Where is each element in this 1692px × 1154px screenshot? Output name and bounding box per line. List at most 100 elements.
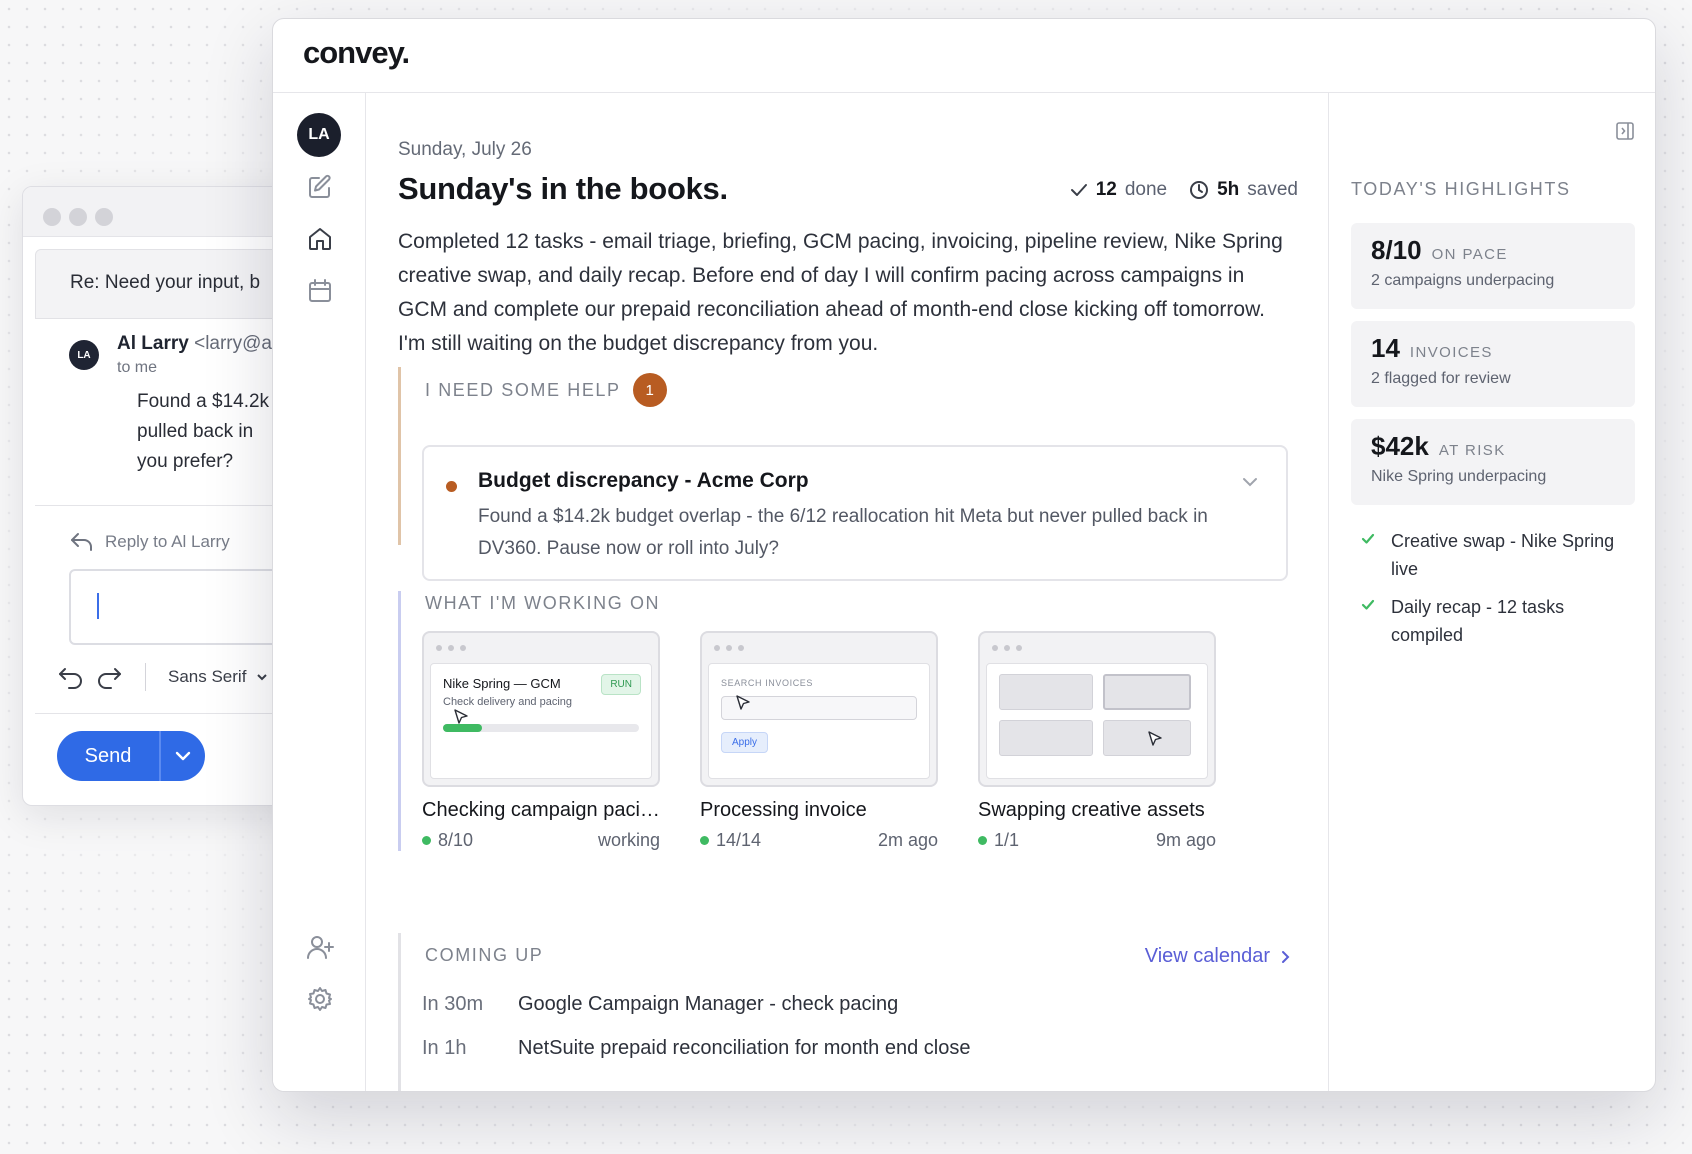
panel-toggle-icon[interactable]: [1615, 121, 1635, 141]
help-item-body: Found a $14.2k budget overlap - the 6/12…: [478, 506, 1208, 559]
done-stat: 12 done: [1070, 179, 1167, 201]
coming-up-heading: COMING UP: [425, 945, 544, 965]
task-meta: 1/1 9m ago: [978, 830, 1216, 851]
asset-tile: [999, 720, 1093, 756]
completed-item: Creative swap - Nike Spring live: [1361, 527, 1631, 583]
reply-label: Reply to Al Larry: [105, 532, 230, 551]
event-row[interactable]: In 30m Google Campaign Manager - check p…: [422, 993, 898, 1016]
user-avatar[interactable]: LA: [297, 113, 341, 157]
format-toolbar: Sans Serif: [57, 663, 268, 691]
recipient-label: to me: [117, 359, 158, 376]
check-icon: [1070, 184, 1087, 196]
status-dot: [700, 836, 709, 845]
highlight-sub: Nike Spring underpacing: [1371, 468, 1547, 485]
task-card[interactable]: SEARCH INVOICES Apply Processing invoice…: [700, 631, 938, 851]
status-dot: [978, 836, 987, 845]
highlights-panel: TODAY'S HIGHLIGHTS 8/10 ON PACE 2 campaig…: [1328, 93, 1655, 1091]
task-thumbnail: Nike Spring — GCM Check delivery and pac…: [422, 631, 660, 787]
highlight-card: 14 INVOICES 2 flagged for review: [1351, 321, 1635, 407]
done-label: done: [1124, 179, 1168, 200]
chevron-down-icon[interactable]: [1242, 477, 1258, 487]
help-count-badge: 1: [632, 373, 667, 407]
thumb-subtitle: Check delivery and pacing: [443, 696, 573, 708]
sender-line: Al Larry <larry@a: [117, 333, 272, 355]
view-calendar-link[interactable]: View calendar: [1145, 945, 1290, 968]
redo-icon[interactable]: [95, 665, 123, 689]
asset-tile: [1103, 674, 1191, 710]
event-row[interactable]: In 1h NetSuite prepaid reconciliation fo…: [422, 1037, 970, 1060]
task-progress: 14/14: [716, 830, 762, 850]
saved-label: saved: [1247, 179, 1298, 200]
check-icon: [1361, 599, 1375, 610]
add-user-icon[interactable]: [306, 933, 334, 961]
highlight-card: 8/10 ON PACE 2 campaigns underpacing: [1351, 223, 1635, 309]
send-label[interactable]: Send: [57, 731, 161, 781]
completed-item-text: Daily recap - 12 tasks compiled: [1391, 597, 1565, 645]
help-heading: I NEED SOME HELP 1: [425, 373, 667, 407]
thumb-dots: [714, 645, 744, 651]
day-stats: 12 done 5h saved: [1070, 179, 1298, 201]
app-logo[interactable]: convey.: [303, 35, 410, 71]
asset-tile: [999, 674, 1093, 710]
task-card[interactable]: Nike Spring — GCM Check delivery and pac…: [422, 631, 660, 851]
task-name: Checking campaign pacing: [422, 799, 660, 821]
reply-header[interactable]: Reply to Al Larry: [69, 531, 230, 553]
thumb-screen: [986, 663, 1208, 779]
chevron-down-icon: [175, 751, 191, 761]
highlight-unit: ON PACE: [1431, 246, 1508, 263]
thumb-dots: [992, 645, 1022, 651]
done-count: 12: [1095, 179, 1117, 200]
sender-avatar: LA: [69, 340, 99, 370]
main-content: Sunday, July 26 Sunday's in the books. 1…: [366, 93, 1328, 1091]
completed-item: Daily recap - 12 tasks compiled: [1361, 593, 1631, 649]
highlights-heading: TODAY'S HIGHLIGHTS: [1351, 179, 1571, 199]
text-caret: [97, 593, 99, 619]
app-header: convey.: [273, 19, 1655, 93]
window-dot[interactable]: [95, 208, 113, 226]
send-options-button[interactable]: [161, 750, 205, 762]
help-item-card[interactable]: Budget discrepancy - Acme Corp Found a $…: [422, 445, 1288, 581]
nav-rail: LA: [273, 93, 366, 1091]
window-dot[interactable]: [43, 208, 61, 226]
saved-amount: 5h: [1217, 179, 1240, 200]
view-calendar-label: View calendar: [1144, 945, 1270, 967]
run-badge: RUN: [601, 674, 641, 695]
font-select[interactable]: Sans Serif: [168, 667, 246, 687]
check-icon: [1361, 533, 1375, 544]
calendar-icon[interactable]: [306, 277, 334, 305]
send-button[interactable]: Send: [57, 731, 205, 781]
compose-icon[interactable]: [306, 173, 334, 201]
event-time: In 1h: [422, 1037, 467, 1059]
cursor-icon: [1148, 731, 1162, 746]
thumb-screen: Nike Spring — GCM Check delivery and pac…: [430, 663, 652, 779]
event-title: Google Campaign Manager - check pacing: [518, 993, 899, 1015]
gear-icon[interactable]: [306, 985, 334, 1013]
saved-stat: 5h saved: [1189, 179, 1298, 201]
task-status: 9m ago: [1155, 830, 1216, 850]
thumb-search-label: SEARCH INVOICES: [721, 678, 814, 688]
help-item-title: Budget discrepancy - Acme Corp: [478, 469, 809, 492]
highlight-sub: 2 flagged for review: [1371, 370, 1511, 387]
cursor-icon: [454, 709, 468, 724]
task-status: 2m ago: [877, 830, 938, 850]
task-thumbnail: SEARCH INVOICES Apply: [700, 631, 938, 787]
alert-dot: [446, 481, 457, 492]
task-name: Swapping creative assets: [978, 799, 1205, 821]
window-dot[interactable]: [69, 208, 87, 226]
undo-icon[interactable]: [57, 665, 85, 689]
app-window: convey. LA Sunday, July 26 Sunday's in t…: [272, 18, 1656, 1092]
progress-track: [443, 724, 639, 732]
task-name: Processing invoice: [700, 799, 867, 821]
task-thumbnail: [978, 631, 1216, 787]
cursor-icon: [736, 695, 750, 710]
task-list: Nike Spring — GCM Check delivery and pac…: [422, 631, 1216, 851]
page-date: Sunday, July 26: [398, 139, 532, 160]
event-title: NetSuite prepaid reconciliation for mont…: [518, 1037, 971, 1059]
highlight-value: $42k: [1371, 431, 1429, 461]
chevron-down-icon[interactable]: [256, 672, 268, 682]
task-card[interactable]: Swapping creative assets 1/1 9m ago: [978, 631, 1216, 851]
home-icon[interactable]: [306, 225, 334, 253]
thumb-dots: [436, 645, 466, 651]
page-title: Sunday's in the books.: [398, 171, 728, 206]
thumb-apply-button: Apply: [721, 732, 769, 753]
